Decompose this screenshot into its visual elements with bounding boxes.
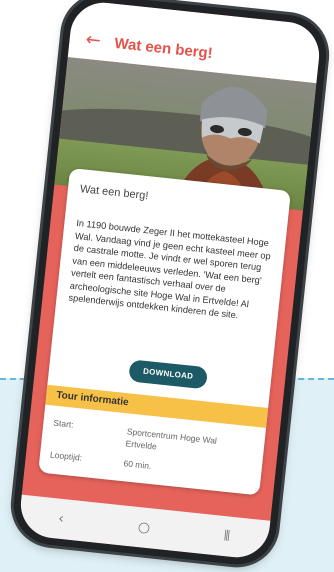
info-label: Start: [52,417,75,430]
tour-info-header: Tour informatie [45,384,269,428]
info-label: Looptijd: [49,449,83,463]
card-title: Wat een berg! [79,183,149,203]
info-value: 60 min. [123,458,152,472]
back-arrow-icon[interactable]: ← [85,29,102,51]
info-value: Sportcentrum Hoge Wal Ertvelde [125,426,218,452]
phone-screen: ← Wat een berg! Wat een berg! In 1190 bo… [17,0,323,561]
nav-back-icon[interactable]: ‹ [40,509,81,529]
nav-recents-icon[interactable]: ⦀ [206,526,247,546]
content-card: Wat een berg! In 1190 bouwde Zeger II he… [38,167,291,496]
page-title: Wat een berg! [113,34,214,63]
card-description: In 1190 bouwde Zeger II het mottekasteel… [68,217,272,321]
nav-home-icon[interactable]: ○ [123,518,164,538]
download-button[interactable]: DOWNLOAD [128,359,209,390]
